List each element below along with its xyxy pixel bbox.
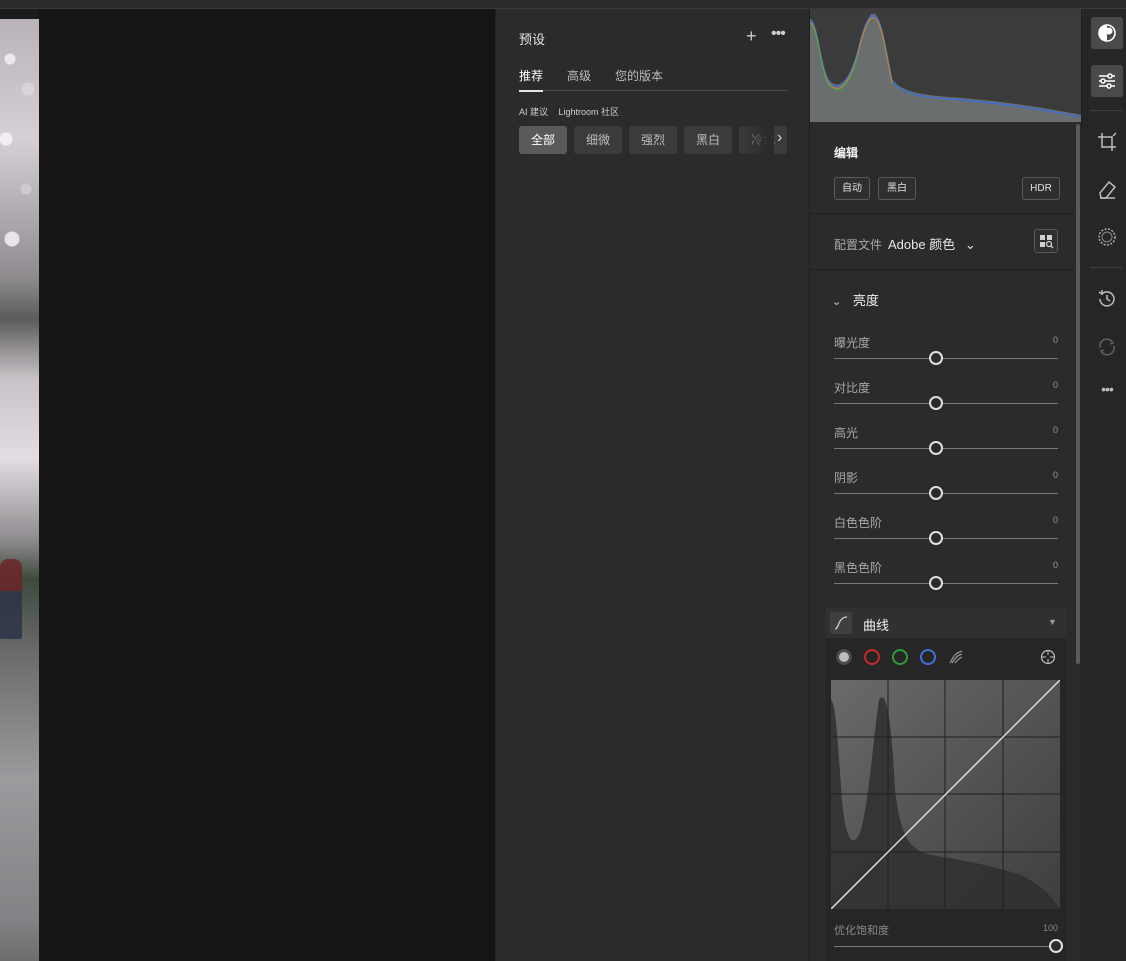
slider-track[interactable]: [834, 493, 1058, 494]
slider-value[interactable]: 0: [1010, 335, 1058, 345]
slider-value[interactable]: 0: [1010, 425, 1058, 435]
slider-value[interactable]: 0: [1010, 560, 1058, 570]
presets-panel: 预设 + ••• 推荐 高级 您的版本 AI 建议 Lightroom 社区 全…: [495, 9, 809, 961]
blue-channel-icon[interactable]: [920, 649, 936, 665]
saturation-value: 100: [1042, 923, 1058, 933]
source-ai-suggestions[interactable]: AI 建议: [519, 107, 548, 117]
eraser-icon[interactable]: [1091, 173, 1123, 205]
canvas-background: [39, 9, 495, 961]
slider-thumb[interactable]: [929, 396, 943, 410]
light-group-title: 亮度: [852, 293, 879, 308]
curve-icon[interactable]: [830, 612, 852, 634]
light-group-header[interactable]: ⌄ 亮度: [832, 290, 879, 309]
divider: [810, 269, 1074, 270]
chevron-down-icon: ⌄: [832, 296, 842, 308]
edit-section-title: 编辑: [834, 146, 859, 160]
chip-bw[interactable]: 黑白: [684, 126, 732, 154]
slider-label: 对比度: [834, 381, 871, 395]
histogram: [810, 9, 1081, 122]
slider-thumb[interactable]: [929, 531, 943, 545]
parametric-curve-icon[interactable]: [948, 649, 964, 665]
history-icon[interactable]: [1091, 283, 1123, 315]
presets-tabs: 推荐 高级 您的版本: [519, 67, 788, 92]
tab-your-versions[interactable]: 您的版本: [615, 67, 663, 90]
mask-icon[interactable]: [1091, 221, 1123, 253]
more-icon[interactable]: •••: [1091, 373, 1123, 405]
add-preset-icon[interactable]: +: [746, 26, 757, 47]
slider-thumb[interactable]: [929, 351, 943, 365]
profile-label: 配置文件: [834, 238, 883, 252]
slider-label: 黑色色阶: [834, 561, 883, 575]
chip-all[interactable]: 全部: [519, 126, 567, 154]
slider-thumb[interactable]: [929, 576, 943, 590]
chip-strong[interactable]: 强烈: [629, 126, 677, 154]
curve-header[interactable]: 曲线 ▼: [826, 608, 1066, 638]
slider-label: 阴影: [834, 471, 859, 485]
green-channel-icon[interactable]: [892, 649, 908, 665]
saturation-label: 优化饱和度: [834, 925, 889, 937]
top-bar: [0, 0, 1126, 9]
profile-browser-icon[interactable]: [1034, 229, 1058, 253]
scrollbar[interactable]: [1076, 124, 1080, 664]
slider-value[interactable]: 0: [1010, 380, 1058, 390]
collapse-arrow-icon[interactable]: ▼: [1048, 617, 1057, 627]
divider: [810, 213, 1074, 214]
red-channel-icon[interactable]: [864, 649, 880, 665]
curve-title: 曲线: [863, 618, 890, 633]
slider-track[interactable]: [834, 448, 1058, 449]
chevron-right-icon[interactable]: ›: [777, 129, 782, 147]
saturation-track[interactable]: [834, 946, 1056, 947]
tab-recommended[interactable]: 推荐: [519, 67, 544, 92]
adjust-icon[interactable]: [1091, 17, 1123, 49]
edit-panel: 编辑 自动 黑白 HDR 配置文件 Adobe 颜色 ⌄ ⌄ 亮度 曝光度 0 对比…: [809, 9, 1081, 961]
slider-track[interactable]: [834, 538, 1058, 539]
chevron-down-icon: ⌄: [964, 237, 976, 252]
photo-preview[interactable]: [0, 19, 39, 961]
saturation-thumb[interactable]: [1049, 939, 1063, 953]
slider-label: 高光: [834, 426, 859, 440]
sync-icon[interactable]: [1091, 331, 1123, 363]
chip-subtle[interactable]: 细微: [574, 126, 622, 154]
rgb-channel-icon[interactable]: [836, 649, 852, 665]
rail-divider: [1090, 110, 1122, 111]
tone-curve-graph[interactable]: [830, 679, 1061, 910]
slider-track[interactable]: [834, 403, 1058, 404]
hdr-button[interactable]: HDR: [1022, 177, 1060, 200]
tool-rail: •••: [1081, 9, 1126, 961]
preset-sources: AI 建议 Lightroom 社区: [519, 105, 627, 118]
slider-label: 白色色阶: [834, 516, 883, 530]
histogram-graph: [810, 13, 1081, 122]
slider-track[interactable]: [834, 358, 1058, 359]
edit-sliders-icon[interactable]: [1091, 65, 1123, 97]
slider-thumb[interactable]: [929, 441, 943, 455]
slider-track[interactable]: [834, 583, 1058, 584]
bw-button[interactable]: 黑白: [878, 177, 916, 200]
slider-thumb[interactable]: [929, 486, 943, 500]
slider-value[interactable]: 0: [1010, 470, 1058, 480]
slider-value[interactable]: 0: [1010, 515, 1058, 525]
slider-label: 曝光度: [834, 336, 871, 350]
target-adjust-icon[interactable]: [1040, 649, 1056, 665]
tab-premium[interactable]: 高级: [567, 67, 591, 90]
profile-dropdown[interactable]: Adobe 颜色 ⌄: [888, 234, 976, 253]
source-lightroom-community[interactable]: Lightroom 社区: [559, 107, 620, 117]
rail-divider: [1090, 267, 1122, 268]
curve-section: 曲线 ▼ 优化饱和度 100: [826, 608, 1066, 961]
presets-more-icon[interactable]: •••: [771, 25, 786, 43]
presets-title: 预设: [519, 32, 546, 47]
profile-value: Adobe 颜色: [888, 237, 956, 252]
photo-person: [0, 559, 22, 639]
crop-icon[interactable]: [1091, 126, 1123, 158]
auto-button[interactable]: 自动: [834, 177, 870, 200]
